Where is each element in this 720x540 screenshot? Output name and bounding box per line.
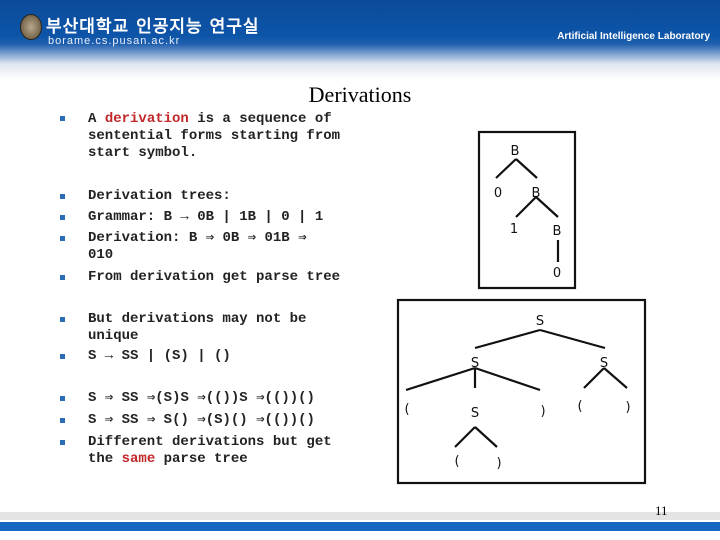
node: B — [532, 186, 541, 201]
footer-gray-bar — [0, 512, 720, 520]
node: ) — [540, 404, 545, 419]
footer-blue-bar — [0, 522, 720, 531]
node: 1 — [510, 222, 518, 237]
node: 0 — [553, 266, 561, 281]
node: B — [553, 224, 562, 239]
tree-frame — [477, 130, 577, 290]
node: ( — [577, 399, 582, 414]
node: S — [471, 406, 479, 421]
node: ( — [454, 454, 459, 469]
parse-tree-figures: B 0 B 1 B 0 S S S ( S ) ( ) ( ) — [396, 130, 647, 485]
tree-binary: B 0 B 1 B 0 — [477, 130, 577, 290]
node: ( — [404, 402, 409, 417]
node: ) — [496, 456, 501, 471]
node: 0 — [494, 186, 502, 201]
node: S — [536, 314, 544, 329]
tree-frame — [396, 298, 647, 485]
node: S — [471, 356, 479, 371]
tree-edges — [405, 328, 628, 448]
node: B — [511, 144, 520, 159]
node: ) — [625, 400, 630, 415]
tree-parens: S S S ( S ) ( ) ( ) — [396, 298, 647, 485]
tree-edges — [495, 158, 560, 262]
node: S — [600, 356, 608, 371]
page-number: 11 — [655, 503, 668, 518]
